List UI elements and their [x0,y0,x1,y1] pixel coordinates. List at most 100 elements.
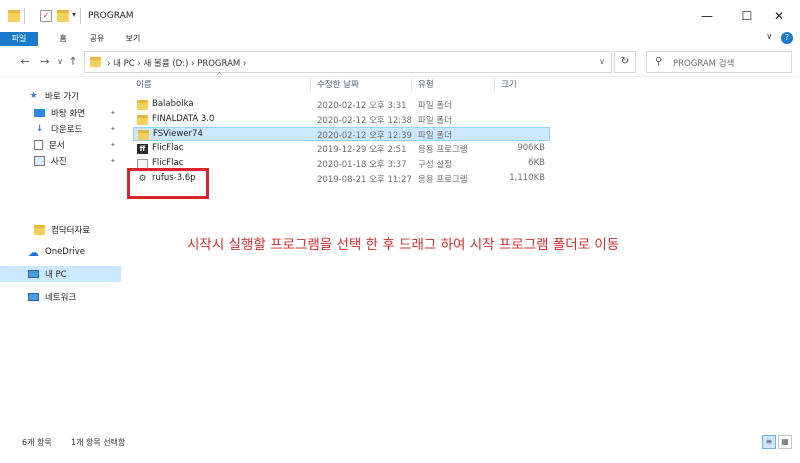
pictures-icon [34,156,45,166]
folder-icon [137,100,148,110]
pin-icon[interactable]: ✦ [110,141,116,149]
sidebar-item-label: 문서 [49,141,65,151]
star-icon: ★ [29,91,38,101]
address-bar[interactable]: › 내 PC › 새 볼륨 (D:) › PROGRAM › ∨ [84,51,612,73]
app-icon: ff [137,144,148,154]
document-icon [34,140,43,150]
sidebar-item-label: 바탕 화면 [51,109,85,119]
quick-access-dropdown-icon[interactable]: ▾ [72,10,76,19]
ribbon-tabs: 파일 홈 공유 보기 ∨ ? [0,32,800,46]
divider [24,8,25,24]
new-folder-icon[interactable] [57,10,69,22]
sidebar-item-pictures[interactable]: 사진 ✦ [0,153,121,169]
pin-icon[interactable]: ✦ [110,125,116,133]
column-divider[interactable] [411,78,412,92]
file-date: 2019-08-21 오후 11:27 [317,175,412,185]
file-date: 2019-12-29 오후 2:51 [317,145,407,155]
tab-share[interactable]: 공유 [84,32,110,46]
sidebar-item-this-pc[interactable]: 내 PC [0,266,121,282]
file-name: Balabolka [152,99,194,109]
instruction-annotation: 시작시 실행할 프로그램을 선택 한 후 드래그 하여 시작 프로그램 폴더로 … [187,237,620,253]
file-type: 파일 폴더 [418,131,452,141]
ribbon-collapse-icon[interactable]: ∨ [766,32,773,42]
file-name: FSViewer74 [153,129,203,139]
search-icon: ⚲ [655,56,663,67]
sidebar-item-desktop[interactable]: 바탕 화면 ✦ [0,105,121,121]
column-divider[interactable] [494,78,495,92]
file-row[interactable]: ff FlicFlac 2019-12-29 오후 2:51 응용 프로그램 9… [133,142,550,156]
window-title: PROGRAM [88,11,134,21]
forward-button[interactable]: → [38,55,52,68]
sidebar-item-label: 컴닥터자료 [51,226,91,236]
sidebar-item-label: 사진 [51,157,67,167]
sidebar-item-label: 바로 가기 [45,92,79,102]
file-type: 응용 프로그램 [418,175,468,185]
sidebar-item-label: 네트워크 [45,293,77,303]
tab-file[interactable]: 파일 [0,32,38,46]
file-row[interactable]: FSViewer74 2020-02-12 오후 12:39 파일 폴더 [133,127,550,141]
tab-view[interactable]: 보기 [120,32,146,46]
large-icons-view-button[interactable]: ▦ [778,435,792,449]
search-input[interactable]: ⚲ PROGRAM 검색 [646,51,792,73]
column-header-name[interactable]: 이름 [136,78,152,90]
back-button[interactable]: ← [18,55,32,68]
close-button[interactable]: ✕ [756,0,800,32]
sidebar-item-documents[interactable]: 문서 ✦ [0,137,121,153]
title-bar: ✓ ▾ PROGRAM — ☐ ✕ [0,0,800,32]
pc-icon [28,270,39,278]
sidebar-item-quick-access[interactable]: ★ 바로 가기 [0,88,121,104]
sidebar-item-downloads[interactable]: ↓ 다운로드 ✦ [0,121,121,137]
sort-indicator-icon: ^ [216,71,223,80]
file-date: 2020-02-12 오후 3:31 [317,101,407,111]
navigation-pane: ★ 바로 가기 바탕 화면 ✦ ↓ 다운로드 ✦ 문서 ✦ 사진 ✦ 컴닥터자료… [0,78,121,433]
sidebar-item-label: 내 PC [45,270,67,280]
breadcrumb[interactable]: › 내 PC › 새 볼륨 (D:) › PROGRAM › [107,57,246,69]
file-size: 906KB [517,143,545,153]
pin-icon[interactable]: ✦ [110,157,116,165]
file-name: FlicFlac [152,143,184,153]
refresh-button[interactable]: ↻ [614,51,636,73]
folder-icon [34,225,45,235]
pin-icon[interactable]: ✦ [110,109,116,117]
sidebar-item-onedrive[interactable]: ☁ OneDrive [0,244,121,260]
file-type: 응용 프로그램 [418,145,468,155]
help-icon[interactable]: ? [781,32,793,44]
properties-icon[interactable]: ✓ [40,10,52,22]
folder-icon [138,130,149,140]
sidebar-item-comdoctor[interactable]: 컴닥터자료 [0,222,121,238]
file-date: 2020-01-18 오후 3:37 [317,160,407,170]
address-dropdown-icon[interactable]: ∨ [599,57,605,66]
recent-locations-button[interactable]: ∨ [53,57,67,66]
item-count: 6개 항목 [22,438,52,447]
up-button[interactable]: ↑ [66,55,80,68]
file-name: FlicFlac [152,158,184,168]
folder-icon [137,115,148,125]
file-size: 6KB [528,158,545,168]
search-placeholder: PROGRAM 검색 [673,59,735,69]
file-type: 파일 폴더 [418,116,452,126]
cloud-icon: ☁ [28,245,39,259]
navigation-bar: ← → ∨ ↑ › 내 PC › 새 볼륨 (D:) › PROGRAM › ∨… [0,47,800,77]
sidebar-item-label: OneDrive [45,247,85,257]
file-row[interactable]: Balabolka 2020-02-12 오후 3:31 파일 폴더 [133,98,550,112]
highlight-box [127,168,209,199]
details-view-button[interactable]: ≡ [762,435,776,449]
column-header-date[interactable]: 수정한 날짜 [317,78,359,90]
file-name: FINALDATA 3.0 [152,114,215,124]
file-type: 구성 설정 [418,160,452,170]
network-icon [28,293,39,301]
file-row[interactable]: FINALDATA 3.0 2020-02-12 오후 12:38 파일 폴더 [133,113,550,127]
file-date: 2020-02-12 오후 12:39 [317,131,412,141]
folder-icon [90,57,101,67]
column-divider[interactable] [310,78,311,92]
sidebar-item-network[interactable]: 네트워크 [0,289,121,305]
column-header-size[interactable]: 크기 [501,78,517,90]
file-date: 2020-02-12 오후 12:38 [317,116,412,126]
folder-icon [8,10,20,22]
desktop-icon [34,109,45,117]
status-bar: 6개 항목 1개 항목 선택함 ≡ ▦ [0,433,800,463]
file-size: 1,110KB [509,173,545,183]
selection-count: 1개 항목 선택함 [71,438,126,447]
tab-home[interactable]: 홈 [52,32,74,46]
column-header-type[interactable]: 유형 [418,78,434,90]
